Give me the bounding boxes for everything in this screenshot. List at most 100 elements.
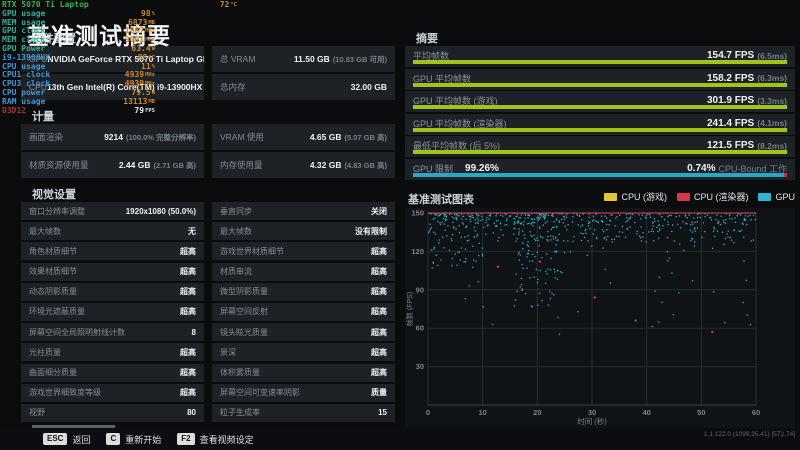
key-hint-c[interactable]: C 重新开始 [106, 433, 161, 446]
keycap-esc: ESC [43, 433, 68, 445]
metric-row-value: 9214 [104, 132, 123, 142]
setting-row: 屏幕空间反射 超高 [212, 302, 395, 321]
summary-section-title: 摘要 [416, 33, 438, 45]
setting-row-value: 无 [188, 226, 196, 236]
setting-row-label: 镜头眩光质量 [220, 327, 268, 337]
summary-bar [413, 127, 787, 132]
svg-text:40: 40 [642, 408, 650, 417]
setting-row: 体积雾质量 超高 [212, 363, 395, 382]
setting-row: 游戏世界材质细节 超高 [212, 242, 395, 261]
metric-row-value: 2.44 GB [118, 160, 151, 170]
svg-text:50: 50 [697, 408, 705, 417]
setting-row: 角色材质细节 超高 [21, 242, 204, 261]
setting-row-value: 超高 [180, 388, 196, 398]
performance-osd-overlay: RTX 5070 Ti Laptop 72 °C GPU usage 98% MEM us… [2, 0, 237, 116]
setting-row-label: 光柱质量 [29, 347, 61, 357]
svg-text:30: 30 [416, 362, 424, 371]
summary-row: 平均帧数 154.7 FPS (6.5ms) [405, 46, 795, 67]
svg-text:30: 30 [588, 408, 596, 417]
setting-row-value: 质量 [371, 388, 387, 398]
setting-row-value: 1920x1080 (50.0%) [125, 206, 196, 216]
setting-row-label: 屏幕空间可变速率阴影 [220, 388, 300, 398]
summary-bar-fill [413, 82, 787, 87]
key-hint-esc[interactable]: ESC 返回 [43, 433, 90, 446]
summary-bar-fill [413, 105, 787, 109]
setting-row: 粒子生成率 15 [212, 403, 395, 422]
summary-bar-fill [413, 172, 785, 177]
summary-bar-fill [413, 150, 787, 154]
metric-row-value: 4.32 GB [309, 160, 342, 170]
osd-unit: % [151, 10, 155, 17]
metric-row-subvalue: (4.83 GB 高) [344, 160, 387, 170]
legend-swatch [676, 192, 690, 201]
keycap-action-label: 查看视频设定 [199, 434, 254, 445]
setting-row-value: 超高 [371, 246, 387, 256]
results-column: 摘要 平均帧数 154.7 FPS (6.5ms) GPU 平均帧数 158.2 FPS… [405, 30, 795, 432]
svg-text:时间 (秒): 时间 (秒) [577, 416, 607, 426]
legend-label: CPU (渲染器) [693, 192, 749, 202]
legend-item: CPU (游戏) [604, 190, 667, 203]
legend-label: GPU [775, 191, 795, 202]
osd-unit: % [151, 63, 155, 70]
setting-row: 屏幕空间可变速率阴影 质量 [212, 383, 395, 402]
hardware-row: 总 VRAM 11.50 GB (10.83 GB 可用) [212, 46, 395, 72]
setting-row-value: 超高 [180, 347, 196, 357]
setting-row: 环境光遮蔽质量 超高 [21, 302, 204, 321]
summary-bar [413, 150, 787, 154]
hardware-row: 总内存 32.00 GB [212, 74, 395, 100]
chart-section-title: 基准测试图表 [408, 193, 474, 206]
osd-line: D3D12 79 FPS [2, 106, 155, 116]
setting-row-label: 屏幕空间反射 [220, 307, 268, 317]
keycap-c: C [106, 433, 121, 445]
setting-row-value: 没有限制 [355, 226, 387, 236]
metric-row: 材质资源使用量 2.44 GB (2.71 GB 高) [21, 152, 204, 178]
setting-row: 光柱质量 超高 [21, 343, 204, 362]
hardware-row-subvalue: (10.83 GB 可用) [332, 54, 387, 64]
chart-legend: CPU (游戏) CPU (渲染器) GPU [604, 190, 795, 203]
setting-row: 效果材质细节 超高 [21, 262, 204, 281]
summary-row: GPU 平均帧数 158.2 FPS (6.3ms) [405, 68, 795, 90]
osd-unit: MB [148, 98, 155, 105]
version-text: 1.1.122.0 (1099.35.41) [572.74] [703, 431, 795, 438]
setting-row: 视野 80 [21, 403, 204, 422]
summary-bar [413, 82, 787, 87]
setting-row: 垂直同步 关闭 [212, 202, 395, 220]
summary-panel: 平均帧数 154.7 FPS (6.5ms) GPU 平均帧数 158.2 FPS (6.… [405, 46, 795, 180]
svg-text:120: 120 [411, 246, 424, 255]
setting-row-label: 环境光遮蔽质量 [29, 307, 85, 317]
setting-row-value: 超高 [371, 347, 387, 357]
setting-row: 景深 超高 [212, 343, 395, 362]
legend-item: GPU [758, 192, 795, 202]
summary-subvalue: (6.5ms) [757, 50, 787, 61]
setting-row-value: 超高 [371, 327, 387, 337]
setting-row-label: 材质串流 [220, 267, 252, 277]
setting-row: 屏幕空间全局照明射线计数 8 [21, 323, 204, 342]
setting-row-label: 屏幕空间全局照明射线计数 [29, 327, 125, 337]
visual-settings-section-title: 视觉设置 [32, 189, 76, 201]
shortcut-bar: ESC 返回 C 重新开始 F2 查看视频设定 [0, 428, 800, 450]
osd-unit: MB [148, 19, 155, 26]
summary-row: 最低平均帧数 (后 5%) 121.5 FPS (8.2ms) [405, 136, 795, 157]
setting-row-value: 超高 [371, 287, 387, 297]
svg-text:20: 20 [533, 408, 541, 417]
setting-row: 动态阴影质量 超高 [21, 282, 204, 301]
summary-bar-fill [413, 127, 787, 132]
summary-row: GPU 平均帧数 (游戏) 301.9 FPS (3.3ms) [405, 91, 795, 112]
setting-row-label: 粒子生成率 [220, 408, 260, 418]
metric-row-label: 材质资源使用量 [29, 160, 89, 170]
key-hint-f2[interactable]: F2 查看视频设定 [177, 433, 254, 446]
svg-text:帧数 (FPS): 帧数 (FPS) [405, 291, 414, 325]
metric-row-label: VRAM 使用 [220, 132, 264, 142]
keycap-action-label: 重新开始 [125, 434, 162, 445]
keycap-f2: F2 [177, 433, 195, 445]
svg-text:60: 60 [752, 408, 760, 417]
summary-subvalue: (6.3ms) [757, 73, 787, 83]
setting-row-value: 超高 [371, 267, 387, 277]
setting-row-value: 超高 [371, 307, 387, 317]
setting-row-label: 动态阴影质量 [29, 287, 77, 297]
metric-row-value: 4.65 GB [309, 132, 342, 142]
metric-row-subvalue: (2.71 GB 高) [153, 160, 196, 170]
setting-row-value: 超高 [180, 267, 196, 277]
setting-row: 最大帧数 没有限制 [212, 222, 395, 241]
setting-row: 最大帧数 无 [21, 222, 204, 241]
